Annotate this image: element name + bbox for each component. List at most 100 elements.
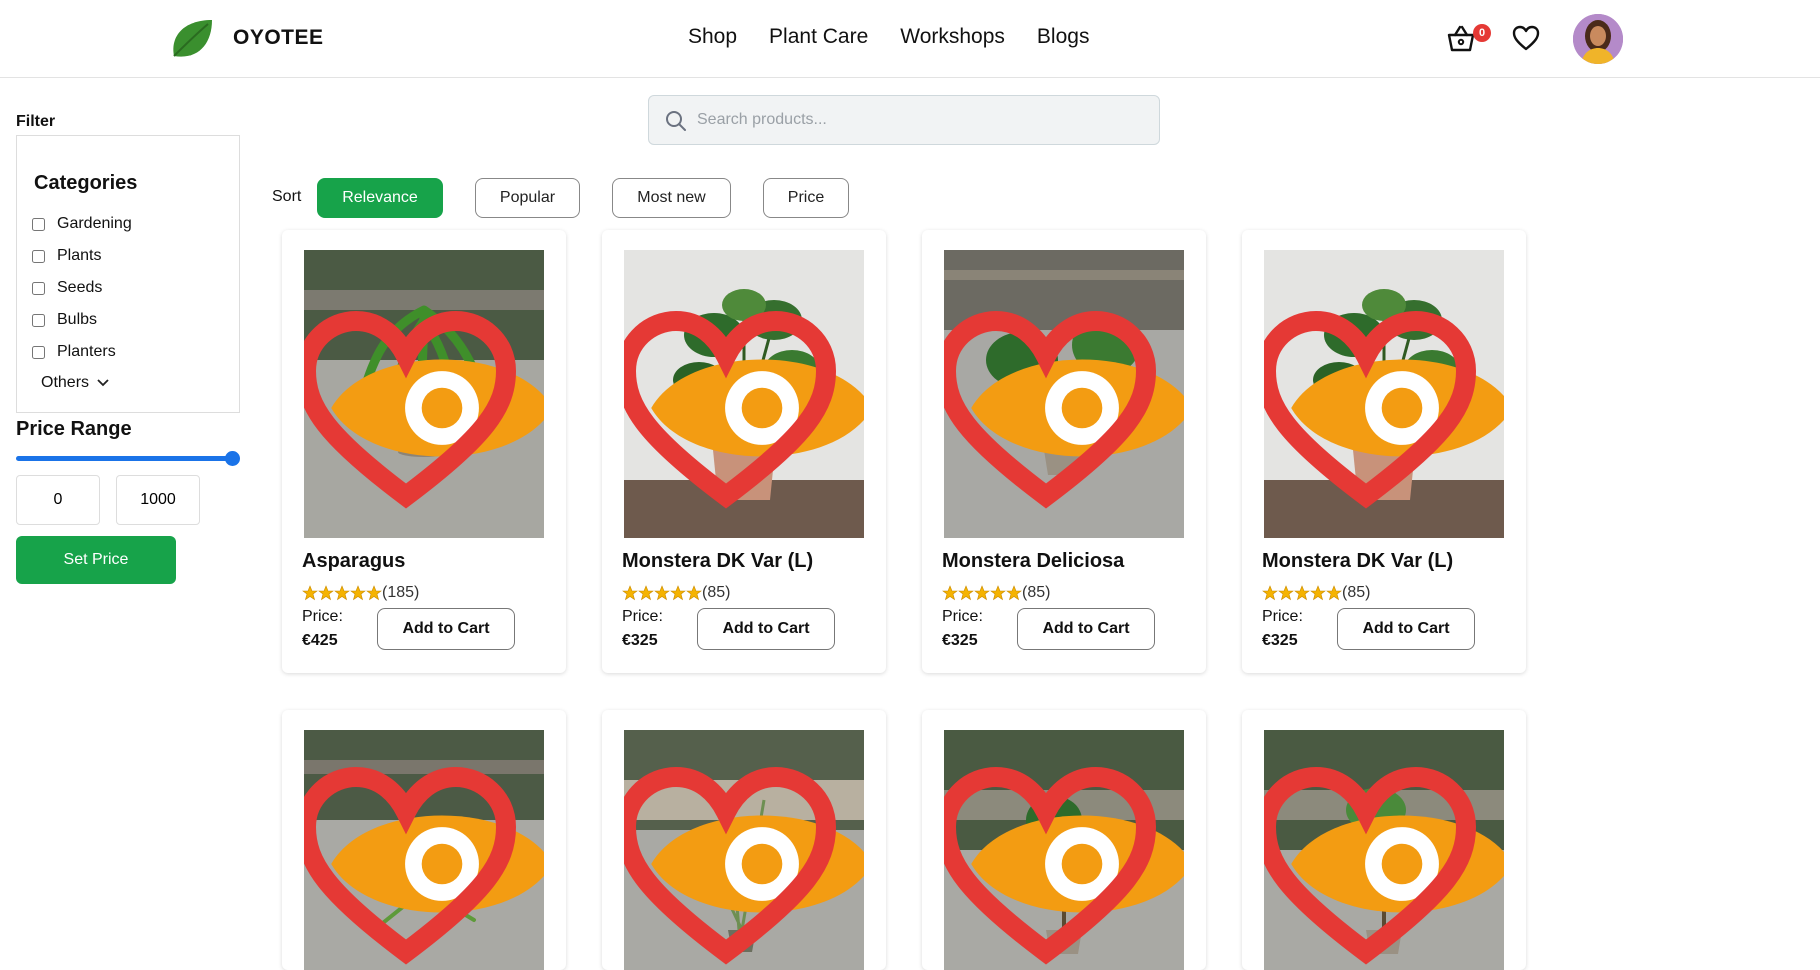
- star-icon: [1262, 585, 1278, 601]
- star-icon: [1310, 585, 1326, 601]
- sort-most-new-button[interactable]: Most new: [612, 178, 731, 218]
- product-image[interactable]: [1264, 730, 1504, 970]
- main-nav: Shop Plant Care Workshops Blogs: [688, 25, 1089, 49]
- add-to-cart-button[interactable]: Add to Cart: [1337, 608, 1475, 650]
- categories-title: Categories: [34, 172, 138, 194]
- nav-blogs[interactable]: Blogs: [1037, 25, 1090, 49]
- sort-relevance-button[interactable]: Relevance: [317, 178, 443, 218]
- product-card[interactable]: Monstera Deliciosa (85) Price: €325 Add …: [922, 230, 1206, 673]
- add-to-cart-button[interactable]: Add to Cart: [1017, 608, 1155, 650]
- product-card[interactable]: Monstera DK Var (L) (85) Price: €325 Add…: [1242, 230, 1526, 673]
- star-icon: [366, 585, 382, 601]
- product-rating: (85): [622, 584, 730, 602]
- star-icon: [942, 585, 958, 601]
- star-icon: [622, 585, 638, 601]
- star-icon: [334, 585, 350, 601]
- product-card[interactable]: [282, 710, 566, 970]
- price-slider-track[interactable]: [16, 456, 238, 461]
- star-icon: [686, 585, 702, 601]
- cart-count-badge: 0: [1473, 24, 1491, 42]
- star-icon: [1326, 585, 1342, 601]
- star-icon: [1006, 585, 1022, 601]
- review-count: (85): [1342, 584, 1371, 601]
- category-checkbox[interactable]: [32, 281, 45, 295]
- product-price: €325: [1262, 632, 1298, 649]
- chevron-down-icon: [97, 379, 109, 387]
- add-to-cart-button[interactable]: Add to Cart: [697, 608, 835, 650]
- price-max-input[interactable]: [116, 475, 200, 525]
- wishlist-heart-icon[interactable]: [944, 262, 1166, 538]
- search-icon: [666, 111, 686, 131]
- top-header: OYOTEE Shop Plant Care Workshops Blogs 0: [0, 0, 1820, 78]
- product-card[interactable]: Monstera DK Var (L) (85) Price: €325 Add…: [602, 230, 886, 673]
- search-bar: [648, 95, 1160, 145]
- product-image[interactable]: [304, 250, 544, 538]
- product-name[interactable]: Monstera DK Var (L): [622, 550, 813, 573]
- product-name[interactable]: Monstera DK Var (L): [1262, 550, 1453, 573]
- category-seeds[interactable]: Seeds: [32, 279, 102, 297]
- product-image[interactable]: [944, 730, 1184, 970]
- star-icon: [350, 585, 366, 601]
- product-image[interactable]: [944, 250, 1184, 538]
- price-slider-handle[interactable]: [225, 451, 240, 466]
- nav-shop[interactable]: Shop: [688, 25, 737, 49]
- sort-popular-button[interactable]: Popular: [475, 178, 580, 218]
- search-input[interactable]: [697, 96, 1147, 144]
- product-price: €325: [622, 632, 658, 649]
- category-planters[interactable]: Planters: [32, 343, 116, 361]
- wishlist-heart-icon[interactable]: [1264, 742, 1486, 970]
- wishlist-heart-icon[interactable]: [304, 742, 526, 970]
- add-to-cart-button[interactable]: Add to Cart: [377, 608, 515, 650]
- wishlist-heart-icon[interactable]: [304, 262, 526, 538]
- category-bulbs[interactable]: Bulbs: [32, 311, 97, 329]
- others-toggle[interactable]: Others: [41, 374, 109, 392]
- product-card[interactable]: [602, 710, 886, 970]
- star-icon: [958, 585, 974, 601]
- wishlist-heart-icon[interactable]: [624, 742, 846, 970]
- sort-label: Sort: [272, 188, 302, 205]
- product-card[interactable]: Asparagus (185) Price: €425 Add to Cart: [282, 230, 566, 673]
- product-card[interactable]: [1242, 710, 1526, 970]
- leaf-logo-icon[interactable]: [168, 16, 216, 62]
- product-image[interactable]: [624, 250, 864, 538]
- product-price: €325: [942, 632, 978, 649]
- product-image[interactable]: [1264, 250, 1504, 538]
- price-min-input[interactable]: [16, 475, 100, 525]
- product-card[interactable]: [922, 710, 1206, 970]
- product-rating: (185): [302, 584, 419, 602]
- nav-workshops[interactable]: Workshops: [900, 25, 1005, 49]
- product-name[interactable]: Asparagus: [302, 550, 405, 573]
- product-image[interactable]: [624, 730, 864, 970]
- product-rating: (85): [942, 584, 1050, 602]
- nav-plant-care[interactable]: Plant Care: [769, 25, 868, 49]
- wishlist-heart-icon[interactable]: [1264, 262, 1486, 538]
- category-checkbox[interactable]: [32, 313, 45, 327]
- star-icon: [1278, 585, 1294, 601]
- wishlist-heart-icon[interactable]: [624, 262, 846, 538]
- product-image[interactable]: [304, 730, 544, 970]
- category-checkbox[interactable]: [32, 249, 45, 263]
- star-icon: [638, 585, 654, 601]
- category-checkbox[interactable]: [32, 217, 45, 231]
- set-price-button[interactable]: Set Price: [16, 536, 176, 584]
- category-checkbox[interactable]: [32, 345, 45, 359]
- brand-name[interactable]: OYOTEE: [233, 26, 324, 50]
- category-plants[interactable]: Plants: [32, 247, 101, 265]
- sort-price-button[interactable]: Price: [763, 178, 849, 218]
- basket-icon[interactable]: [1446, 24, 1476, 54]
- category-gardening[interactable]: Gardening: [32, 215, 132, 233]
- heart-icon[interactable]: [1511, 23, 1541, 53]
- filter-title: Filter: [16, 113, 56, 130]
- star-icon: [318, 585, 334, 601]
- star-icon: [670, 585, 686, 601]
- price-label: Price:: [1262, 608, 1303, 625]
- product-name[interactable]: Monstera Deliciosa: [942, 550, 1124, 573]
- price-range-title: Price Range: [16, 418, 132, 440]
- wishlist-heart-icon[interactable]: [944, 742, 1166, 970]
- price-label: Price:: [302, 608, 343, 625]
- star-icon: [1294, 585, 1310, 601]
- avatar[interactable]: [1573, 14, 1623, 64]
- categories-panel: Categories Gardening Plants Seeds Bulbs …: [16, 135, 240, 413]
- product-price: €425: [302, 632, 338, 649]
- price-label: Price:: [622, 608, 663, 625]
